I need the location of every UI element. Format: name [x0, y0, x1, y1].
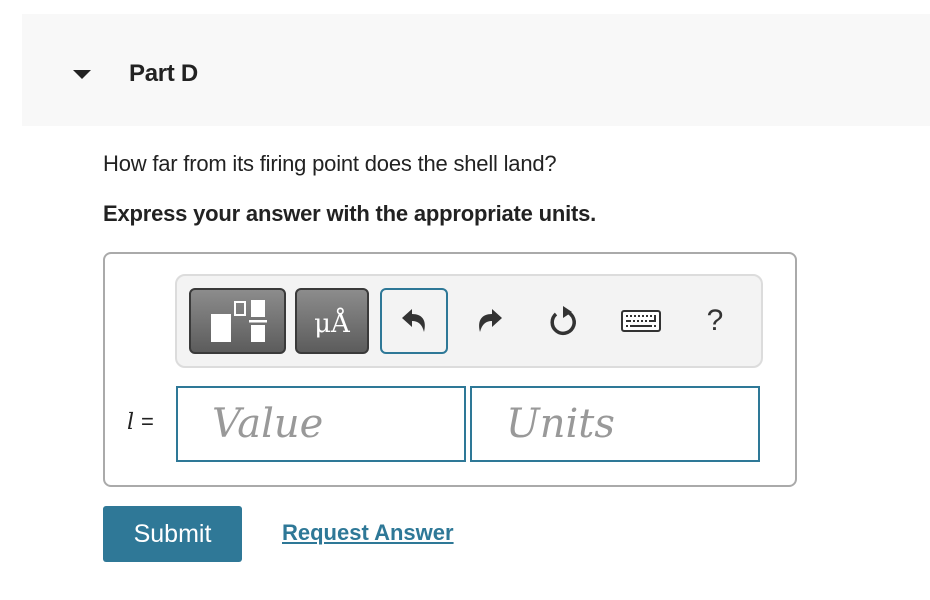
help-icon: ?: [706, 304, 724, 337]
redo-icon: [479, 309, 502, 332]
reset-button[interactable]: [535, 288, 591, 354]
variable-symbol: l: [127, 410, 135, 435]
templates-button[interactable]: [189, 288, 286, 354]
part-title: Part D: [129, 60, 198, 87]
templates-icon: [210, 300, 267, 342]
undo-icon: [402, 309, 425, 332]
submit-button[interactable]: Submit: [103, 506, 242, 562]
equals-sign: =: [141, 409, 154, 434]
request-answer-link[interactable]: Request Answer: [282, 520, 454, 546]
value-input[interactable]: [176, 386, 466, 462]
undo-button[interactable]: [380, 288, 448, 354]
collapse-caret-icon[interactable]: [73, 70, 91, 79]
part-header[interactable]: Part D: [22, 14, 930, 126]
instruction-text: Express your answer with the appropriate…: [103, 201, 597, 226]
math-toolbar: μÅ ?: [175, 274, 763, 368]
units-button[interactable]: μÅ: [295, 288, 369, 354]
units-input[interactable]: [470, 386, 760, 462]
variable-label: l =: [127, 409, 154, 435]
answer-box: μÅ ? l = Value Units: [103, 252, 797, 487]
question-text: How far from its firing point does the s…: [103, 151, 557, 176]
keyboard-button[interactable]: [613, 288, 669, 354]
redo-button[interactable]: [462, 288, 518, 354]
reset-icon: [550, 306, 576, 336]
keyboard-icon: [621, 310, 661, 332]
units-icon: μÅ: [314, 309, 350, 339]
help-button[interactable]: ?: [687, 288, 743, 354]
